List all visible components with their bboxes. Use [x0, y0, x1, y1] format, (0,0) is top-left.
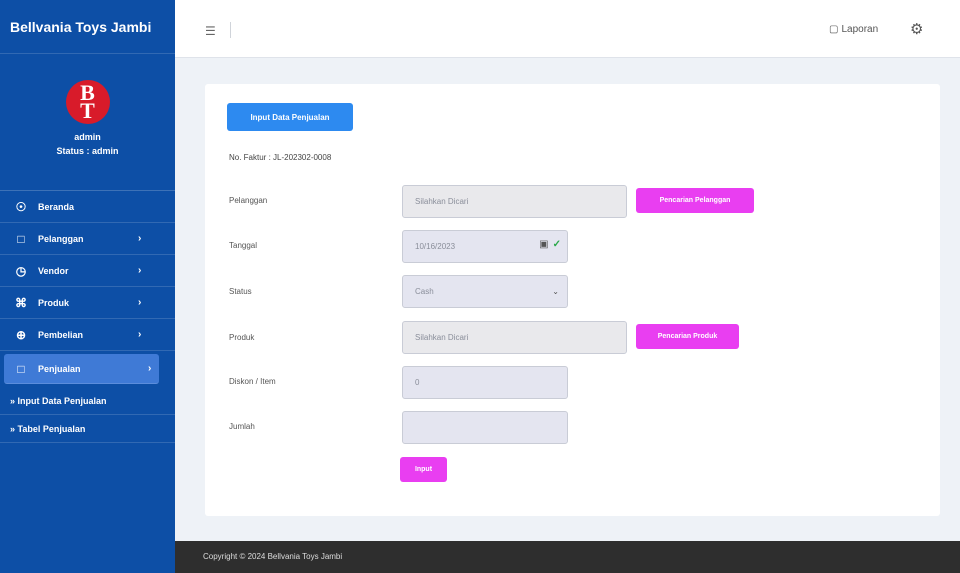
no-faktur: No. Faktur : JL-202302-0008: [229, 153, 332, 162]
diskon-label: Diskon / Item: [229, 377, 276, 386]
sidebar-item-label: Pelanggan: [38, 233, 84, 244]
sidebar-item-label: Beranda: [38, 201, 75, 212]
tanggal-label: Tanggal: [229, 241, 258, 250]
sidebar-item-vendor[interactable]: ◷ Vendor ›: [0, 255, 175, 287]
topbar: ☰ ▢ Laporan ⚙: [175, 0, 960, 58]
produk-input[interactable]: Silahkan Dicari: [402, 321, 627, 354]
sidebar-item-label: Penjualan: [38, 363, 81, 374]
sidebar-item-pembelian[interactable]: ⊕ Pembelian ›: [0, 319, 175, 351]
chevron-right-icon: ›: [138, 329, 142, 340]
sidebar-item-penjualan[interactable]: □ Penjualan ›: [4, 354, 159, 384]
sidebar-item-pelanggan[interactable]: □ Pelanggan ›: [0, 223, 175, 255]
pelanggan-label: Pelanggan: [229, 196, 268, 205]
chevron-right-icon: ›: [148, 363, 152, 374]
logo-letter-t: T: [80, 98, 95, 123]
home-icon: ☉: [15, 199, 27, 214]
clock-icon: ◷: [15, 263, 27, 278]
checkmark-icon: ✓: [552, 239, 561, 250]
pelanggan-input[interactable]: Silahkan Dicari: [402, 185, 627, 218]
gear-icon[interactable]: ⚙: [910, 20, 923, 38]
pencarian-pelanggan-button[interactable]: Pencarian Pelanggan: [636, 188, 754, 213]
menu-toggle-icon[interactable]: ☰: [205, 24, 216, 38]
status-value: Cash: [415, 287, 434, 296]
chevron-right-icon: ›: [138, 233, 142, 244]
jumlah-label: Jumlah: [229, 422, 255, 431]
status-select[interactable]: Cash ⌄: [402, 275, 568, 308]
diskon-value: 0: [415, 378, 420, 387]
user-status: Status : admin: [56, 146, 119, 156]
chevron-down-icon: ⌄: [552, 287, 559, 296]
submenu-input-data-penjualan[interactable]: » Input Data Penjualan: [0, 387, 175, 415]
brand-logo: B T: [65, 80, 110, 124]
user-name: admin: [74, 132, 101, 142]
pencarian-produk-button[interactable]: Pencarian Produk: [636, 324, 739, 349]
produk-placeholder: Silahkan Dicari: [415, 333, 469, 342]
command-icon: ⌘: [15, 295, 27, 310]
chevron-right-icon: ›: [138, 297, 142, 308]
submenu-tabel-penjualan[interactable]: » Tabel Penjualan: [0, 415, 175, 443]
diskon-input[interactable]: 0: [402, 366, 568, 399]
sidebar: Bellvania Toys Jambi B T admin Status : …: [0, 0, 175, 573]
topbar-divider: [230, 22, 231, 38]
chevron-right-icon: ›: [138, 265, 142, 276]
input-submit-button[interactable]: Input: [400, 457, 447, 482]
tanggal-value: 10/16/2023: [415, 242, 456, 251]
user-profile: B T admin Status : admin: [0, 54, 175, 191]
laporan-label: Laporan: [841, 24, 879, 35]
sidebar-item-label: Vendor: [38, 265, 69, 276]
sidebar-item-label: Pembelian: [38, 329, 84, 340]
produk-label: Produk: [229, 333, 255, 342]
status-label: Status: [229, 287, 252, 296]
footer: Copyright © 2024 Bellvania Toys Jambi: [175, 541, 960, 573]
pelanggan-placeholder: Silahkan Dicari: [415, 197, 469, 206]
brand-title[interactable]: Bellvania Toys Jambi: [0, 0, 175, 54]
square-icon: □: [17, 361, 25, 376]
jumlah-input[interactable]: [402, 411, 568, 444]
monitor-icon: ▢: [829, 24, 839, 35]
sidebar-item-beranda[interactable]: ☉ Beranda: [0, 191, 175, 223]
sidebar-item-produk[interactable]: ⌘ Produk ›: [0, 287, 175, 319]
input-data-penjualan-button[interactable]: Input Data Penjualan: [227, 103, 353, 131]
file-icon: □: [17, 231, 25, 246]
laporan-link[interactable]: ▢ Laporan: [829, 24, 878, 35]
calendar-icon[interactable]: ▣: [539, 239, 548, 250]
sidebar-item-label: Produk: [38, 297, 70, 308]
tanggal-input[interactable]: 10/16/2023 ▣ ✓: [402, 230, 568, 263]
globe-icon: ⊕: [15, 327, 27, 342]
form-card: Input Data Penjualan No. Faktur : JL-202…: [205, 84, 940, 516]
sidebar-menu: ☉ Beranda □ Pelanggan › ◷ Vendor › ⌘ Pro…: [0, 191, 175, 384]
